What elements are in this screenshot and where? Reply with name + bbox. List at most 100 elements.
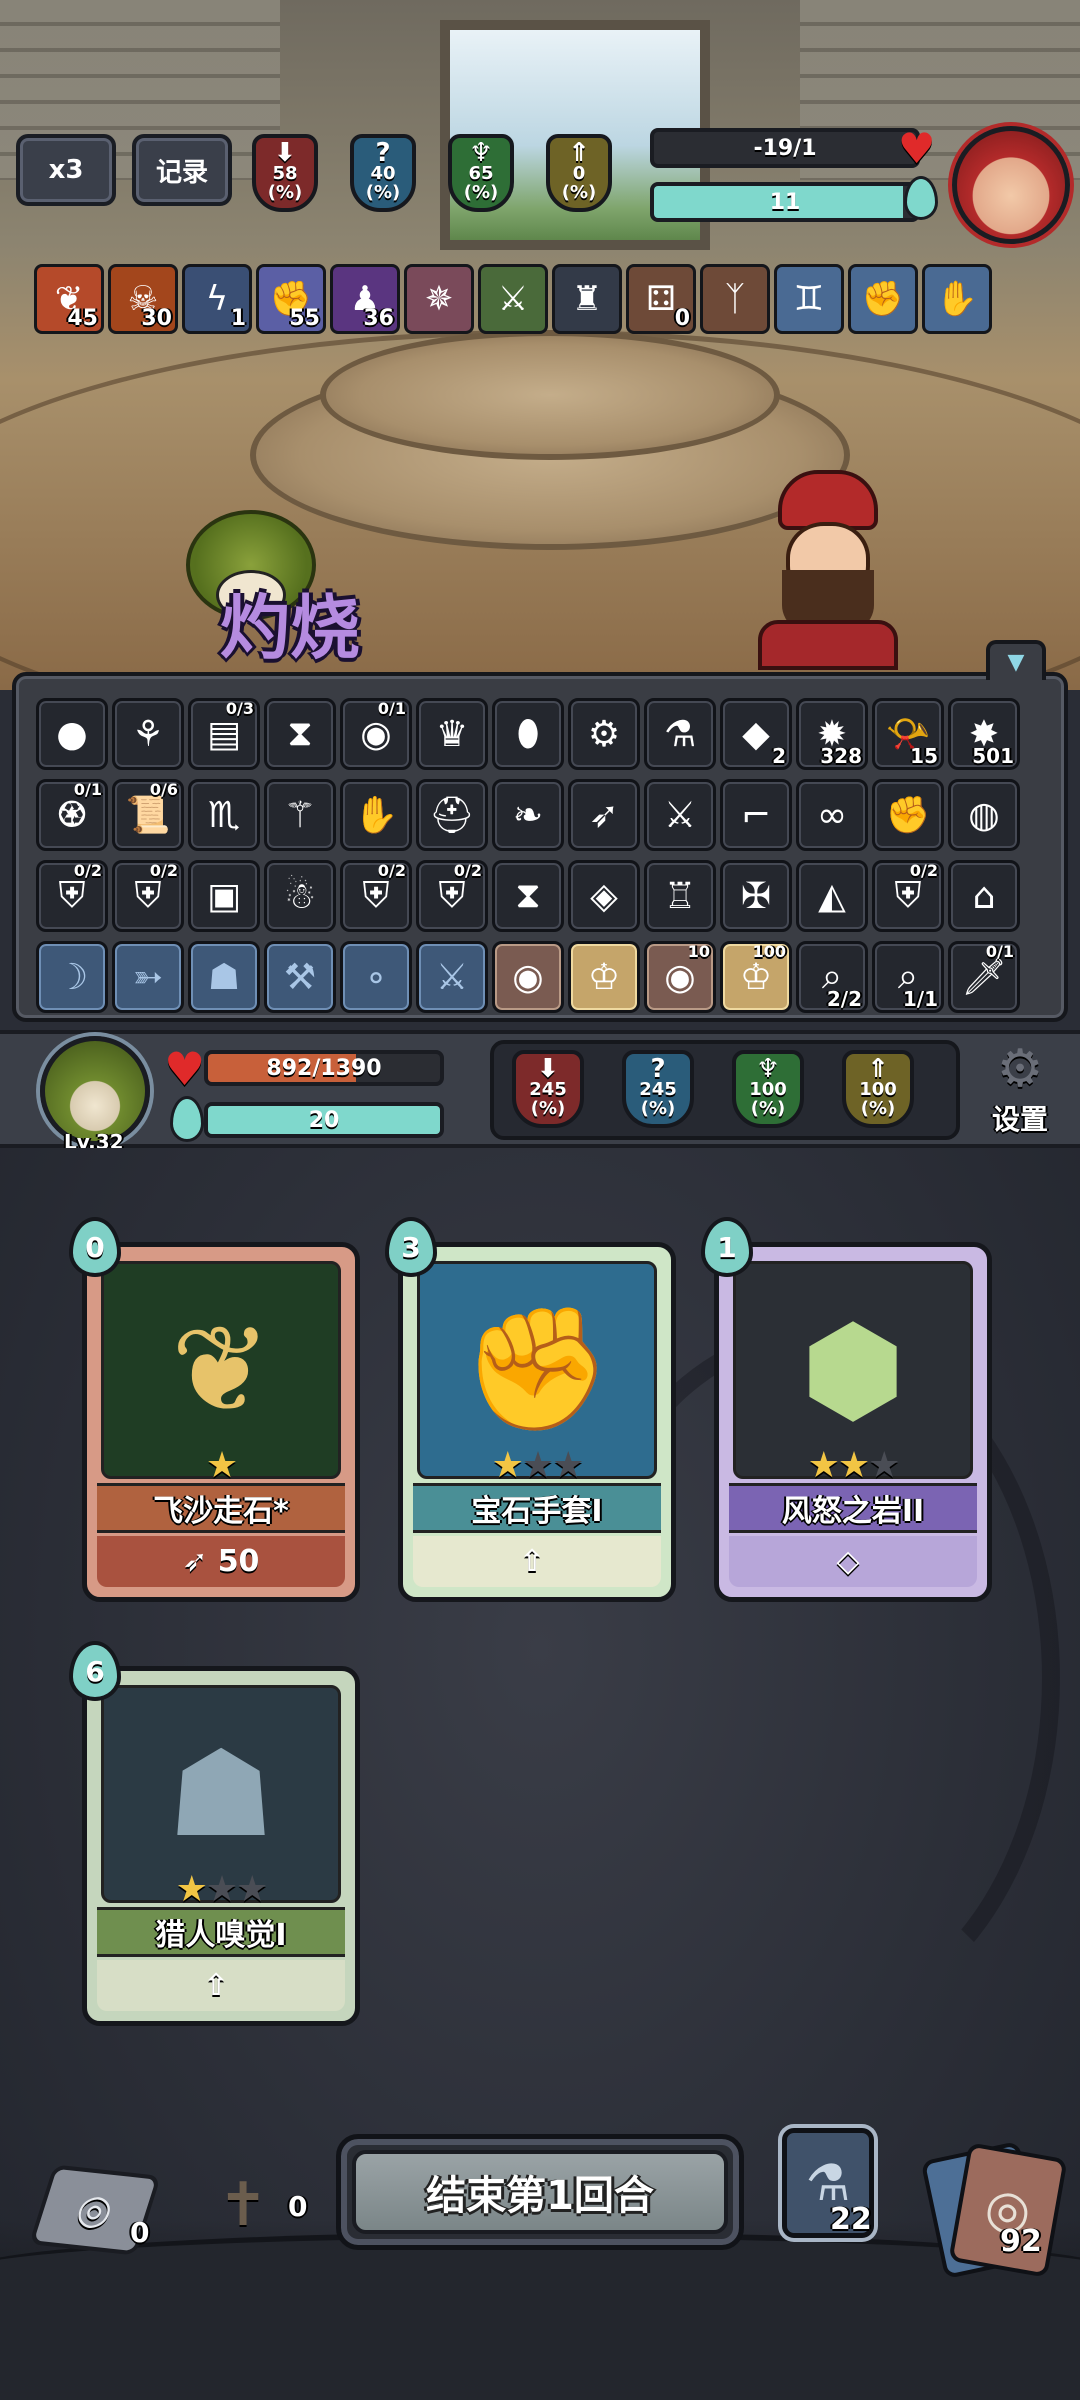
- relic-slot[interactable]: ☃: [264, 860, 336, 932]
- relic-slot[interactable]: ∞: [796, 779, 868, 851]
- relic-slot[interactable]: ◭: [796, 860, 868, 932]
- relic-slot[interactable]: ⌐: [720, 779, 792, 851]
- relic-slot[interactable]: ⚔: [416, 941, 488, 1013]
- card[interactable]: ❦ ★ 飞沙走石* ➶ 50 0: [69, 1217, 360, 1602]
- relic-charge: 0/2: [377, 861, 406, 880]
- relic-slot[interactable]: 📜 0/6: [112, 779, 184, 851]
- card-footer: ⇧: [97, 1960, 345, 2011]
- enemy-character[interactable]: [748, 470, 908, 670]
- relic-slot[interactable]: ♔ 100: [720, 941, 792, 1013]
- relic-charge: 0/1: [985, 942, 1014, 961]
- relic-slot[interactable]: ∘: [340, 941, 412, 1013]
- buff-slot[interactable]: ✊ 55: [256, 264, 326, 334]
- relic-slot[interactable]: ⛨ 0/2: [340, 860, 412, 932]
- relic-slot[interactable]: ♼ 0/1: [36, 779, 108, 851]
- relic-slot[interactable]: ⚒: [264, 941, 336, 1013]
- purple-shield-badge-icon: ⛨: [438, 875, 466, 916]
- relic-slot[interactable]: ⚚: [264, 779, 336, 851]
- relic-slot[interactable]: ✊: [872, 779, 944, 851]
- relic-slot[interactable]: ⧗: [264, 698, 336, 770]
- relic-slot[interactable]: ⛨ 0/2: [112, 860, 184, 932]
- enemy-stat-speed: ⇑ 0 (%): [546, 134, 612, 212]
- relic-slot[interactable]: ♛: [416, 698, 488, 770]
- relic-slot[interactable]: ♏: [188, 779, 260, 851]
- player-hp-text: 892/1390: [266, 1055, 382, 1081]
- relic-slot[interactable]: ⚗: [644, 698, 716, 770]
- buff-slot[interactable]: ♜: [552, 264, 622, 334]
- relic-slot[interactable]: ⌕ 1/1: [872, 941, 944, 1013]
- buff-slot[interactable]: ᛉ: [700, 264, 770, 334]
- relic-slot[interactable]: ❧: [492, 779, 564, 851]
- relic-slot[interactable]: ⚔: [644, 779, 716, 851]
- buff-slot[interactable]: ⚃ 0: [626, 264, 696, 334]
- enemy-stat-mystery: ? 40 (%): [350, 134, 416, 212]
- buff-slot[interactable]: ☠ 30: [108, 264, 178, 334]
- relic-slot[interactable]: ⧗: [492, 860, 564, 932]
- star-icon: ★: [175, 1869, 208, 1910]
- card[interactable]: ⬢ ★★★ 风怒之岩II ◇ 1: [701, 1217, 992, 1602]
- graveyard-button[interactable]: ✝: [198, 2150, 288, 2240]
- record-button[interactable]: 记录: [132, 134, 232, 206]
- relic-slot[interactable]: ➶: [568, 779, 640, 851]
- relic-slot[interactable]: ✹ 328: [796, 698, 868, 770]
- player-energy-text: 20: [308, 1107, 340, 1133]
- buff-count: 36: [363, 306, 394, 331]
- relic-slot[interactable]: ☽: [36, 941, 108, 1013]
- relic-slot[interactable]: ◉ 10: [644, 941, 716, 1013]
- relic-count: 1/1: [902, 987, 938, 1011]
- relic-slot[interactable]: ⛨ 0/2: [36, 860, 108, 932]
- collapse-panel-button[interactable]: ▼: [986, 640, 1046, 680]
- relic-slot[interactable]: ▤ 0/3: [188, 698, 260, 770]
- relic-slot[interactable]: ⛨ 0/2: [416, 860, 488, 932]
- kunai-icon: ➶: [588, 794, 620, 836]
- settings-button[interactable]: ⚙ 设置: [980, 1040, 1060, 1144]
- relic-slot[interactable]: ▣: [188, 860, 260, 932]
- teal-shield-badge-icon: ⛨: [362, 875, 390, 916]
- relic-slot[interactable]: ◉ 0/1: [340, 698, 412, 770]
- card[interactable]: ☗ ★★★ 猎人嗅觉I ⇧ 6: [69, 1641, 360, 2026]
- red-shield-down-icon: ⬇: [274, 138, 296, 168]
- bow-icon: ☽: [55, 956, 89, 998]
- relic-slot[interactable]: ◆ 2: [720, 698, 792, 770]
- buff-slot[interactable]: ♟ 36: [330, 264, 400, 334]
- buff-slot[interactable]: ✊: [848, 264, 918, 334]
- relic-slot[interactable]: ⛑: [416, 779, 488, 851]
- status-floating-text: 灼烧: [220, 587, 360, 669]
- buff-slot[interactable]: ⚔: [478, 264, 548, 334]
- relic-slot[interactable]: ♔: [568, 941, 640, 1013]
- upgrade-arrow-icon: ⇧: [203, 1968, 229, 2003]
- white-wings-icon: ❧: [512, 794, 544, 836]
- end-turn-button[interactable]: 结束第1回合: [352, 2150, 728, 2234]
- relic-slot[interactable]: ⌕ 2/2: [796, 941, 868, 1013]
- relic-slot[interactable]: ⌂: [948, 860, 1020, 932]
- star-icon: ★: [205, 1869, 238, 1910]
- relic-grid: ● ⚘ ▤ 0/3 ⧗ ◉ 0/1 ♛ ⬮ ⚙ ⚗ ◆ 2 ✹ 328 📯 15 ✸ 501 ♼ 0/1 📜 0/6 ♏ ⚚ ✋ ⛑…: [36, 698, 1050, 1013]
- relic-slot[interactable]: ◈: [568, 860, 640, 932]
- relic-slot[interactable]: ➳: [112, 941, 184, 1013]
- buff-slot[interactable]: ♊: [774, 264, 844, 334]
- relic-slot[interactable]: ●: [36, 698, 108, 770]
- relic-slot[interactable]: ✠: [720, 860, 792, 932]
- relic-slot[interactable]: ✋: [340, 779, 412, 851]
- speed-button[interactable]: x3: [16, 134, 116, 206]
- buff-slot[interactable]: ✵: [404, 264, 474, 334]
- relic-slot[interactable]: ◍: [948, 779, 1020, 851]
- relic-slot[interactable]: 📯 15: [872, 698, 944, 770]
- relic-slot[interactable]: ✸ 501: [948, 698, 1020, 770]
- relic-slot[interactable]: ☗: [188, 941, 260, 1013]
- enemy-portrait[interactable]: [952, 126, 1070, 244]
- relic-slot[interactable]: 🗡 0/1: [948, 941, 1020, 1013]
- relic-slot[interactable]: ⚘: [112, 698, 184, 770]
- relic-slot[interactable]: ♖: [644, 860, 716, 932]
- card[interactable]: ✊ ★★★ 宝石手套I ⇧ 3: [385, 1217, 676, 1602]
- relic-slot[interactable]: ⛨ 0/2: [872, 860, 944, 932]
- card-swirl-icon: ◎: [70, 2185, 120, 2235]
- blue-shield-badge-icon: ⛨: [134, 875, 162, 916]
- star-icon: ★: [807, 1445, 840, 1486]
- buff-slot[interactable]: ✋: [922, 264, 992, 334]
- relic-slot[interactable]: ◉: [492, 941, 564, 1013]
- buff-slot[interactable]: ϟ1: [182, 264, 252, 334]
- relic-slot[interactable]: ⚙: [568, 698, 640, 770]
- buff-slot[interactable]: ❦ 45: [34, 264, 104, 334]
- relic-slot[interactable]: ⬮: [492, 698, 564, 770]
